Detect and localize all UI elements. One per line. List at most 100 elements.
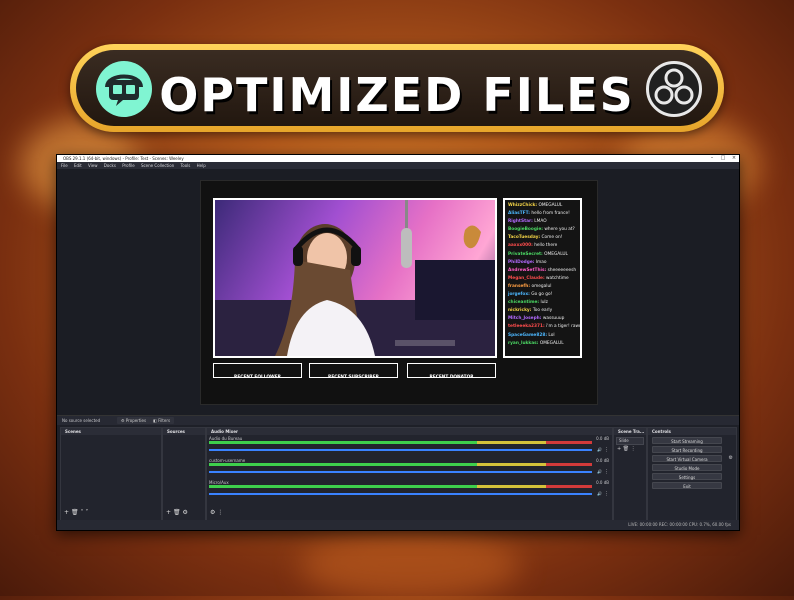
- properties-button[interactable]: ⚙ Properties: [117, 417, 151, 424]
- virtual-camera-settings-icon[interactable]: ⚙: [729, 455, 733, 461]
- move-up-icon[interactable]: ˄: [81, 509, 84, 516]
- start-streaming-button[interactable]: Start Streaming: [652, 437, 722, 444]
- chat-username: aaxxx000:: [508, 243, 533, 249]
- chat-username: PhilDodge:: [508, 259, 535, 265]
- transition-menu-icon[interactable]: ⋮: [631, 446, 636, 452]
- move-down-icon[interactable]: ˅: [85, 509, 88, 516]
- chat-username: Megan_Claude:: [508, 275, 545, 281]
- filters-button[interactable]: ◧ Filters: [149, 417, 175, 424]
- chat-message: AndrewSetThis: sheeeeeeesh: [508, 267, 577, 275]
- mute-icon[interactable]: 🔊: [597, 491, 602, 496]
- close-icon[interactable]: ×: [729, 155, 739, 162]
- add-scene-icon[interactable]: +: [64, 509, 69, 516]
- chat-message: tetleeeka2371: i'm a tiger! rawr!: [508, 323, 580, 331]
- menu-profile[interactable]: Profile: [122, 163, 134, 168]
- mixer-menu-icon[interactable]: ⋮: [217, 509, 223, 516]
- chat-text: Lol: [548, 332, 555, 338]
- channel-menu-icon[interactable]: ⋮: [604, 447, 609, 453]
- chat-message: SpaceGame828: Lol: [508, 332, 577, 340]
- scene-canvas[interactable]: WhizzChick: OMEGALUL AliasTFT: hello from…: [200, 180, 598, 405]
- recent-follower-label: RECENT FOLLOWER: [234, 375, 281, 380]
- transition-select[interactable]: Slide: [616, 437, 644, 445]
- remove-scene-icon[interactable]: 🗑: [71, 509, 79, 516]
- menu-docks[interactable]: Docks: [104, 163, 116, 168]
- window-titlebar: OBS 29.1.1 (64-bit, windows) - Profile: …: [57, 155, 739, 162]
- transition-value: Slide: [619, 438, 629, 443]
- chat-message: aaxxx000: hello there: [508, 242, 577, 250]
- scene-transitions-dock: Scene Tra... Slide + 🗑 ⋮: [613, 427, 647, 521]
- menu-view[interactable]: View: [88, 163, 98, 168]
- menu-tools[interactable]: Tools: [180, 163, 190, 168]
- chat-text: hello from france!: [531, 211, 570, 217]
- chat-username: chiceantime:: [508, 300, 540, 306]
- obs-window: OBS 29.1.1 (64-bit, windows) - Profile: …: [56, 154, 740, 531]
- sources-title: Sources: [167, 429, 185, 434]
- level-meter: [209, 485, 592, 488]
- recent-subscriber-alert: RECENT SUBSCRIBER: [309, 363, 398, 380]
- remove-source-icon[interactable]: 🗑: [173, 509, 181, 516]
- properties-label: Properties: [125, 418, 147, 423]
- start-virtual-camera-button[interactable]: Start Virtual Camera: [652, 455, 722, 462]
- chat-text: wassuuup: [542, 316, 565, 322]
- scenes-header: Scenes: [61, 428, 161, 435]
- controls-header: Controls: [648, 428, 736, 435]
- source-settings-icon[interactable]: ⚙: [183, 509, 188, 516]
- recent-follower-alert: RECENT FOLLOWER: [213, 363, 302, 380]
- menu-edit[interactable]: Edit: [74, 163, 82, 168]
- volume-slider[interactable]: [209, 471, 592, 473]
- channel-db: 0.0 dB: [596, 458, 609, 463]
- window-title: OBS 29.1.1 (64-bit, windows) - Profile: …: [63, 156, 184, 161]
- mute-icon[interactable]: 🔊: [597, 447, 602, 452]
- chat-username: RightStar:: [508, 219, 533, 225]
- chat-message: RightStar: LMAO: [508, 218, 577, 226]
- maximize-icon[interactable]: □: [718, 155, 728, 162]
- chat-username: SpaceGame828:: [508, 332, 548, 338]
- volume-slider[interactable]: [209, 449, 592, 451]
- exit-button[interactable]: Exit: [652, 482, 722, 489]
- transitions-title: Scene Tra...: [618, 429, 645, 434]
- mixer-settings-icon[interactable]: ⚙: [210, 509, 215, 516]
- sources-toolbar: + 🗑 ⚙: [166, 509, 188, 516]
- remove-transition-icon[interactable]: 🗑: [623, 446, 629, 452]
- mixer-channel: Audio du Bureau 0.0 dB 🔊 ⋮: [207, 436, 612, 456]
- add-source-icon[interactable]: +: [166, 509, 171, 516]
- filters-label: Filters: [158, 418, 171, 423]
- chat-message: chiceantime: lulz: [508, 299, 577, 307]
- chat-message: WhizzChick: OMEGALUL: [508, 202, 577, 210]
- mute-icon[interactable]: 🔊: [597, 469, 602, 474]
- channel-menu-icon[interactable]: ⋮: [604, 491, 609, 497]
- status-bar: LIVE: 00:00:00 REC: 00:00:00 CPU: 0.7%, …: [57, 520, 739, 530]
- chat-username: fransefh:: [508, 283, 531, 289]
- volume-slider[interactable]: [209, 493, 592, 495]
- channel-db: 0.0 dB: [596, 436, 609, 441]
- chat-username: AndrewSetThis:: [508, 267, 547, 273]
- audio-mixer-dock: Audio Mixer Audio du Bureau 0.0 dB 🔊 ⋮ custo…: [206, 427, 613, 521]
- menu-scene-collection[interactable]: Scene Collection: [141, 163, 174, 168]
- recent-donator-label: RECENT DONATOR: [429, 375, 474, 380]
- webcam-frame: [213, 198, 497, 358]
- minimize-icon[interactable]: –: [707, 155, 717, 162]
- settings-button[interactable]: Settings: [652, 473, 722, 480]
- chat-text: OMEGALUL: [538, 203, 563, 208]
- preview-area[interactable]: WhizzChick: OMEGALUL AliasTFT: hello from…: [57, 169, 739, 415]
- channel-db: 0.0 dB: [596, 480, 609, 485]
- chat-message: jorgefox: Go go go!: [508, 291, 577, 299]
- recent-subscriber-label: RECENT SUBSCRIBER: [328, 375, 379, 380]
- banner-title: OPTIMIZED FILES: [159, 68, 635, 122]
- bg-glow: [300, 530, 520, 600]
- channel-menu-icon[interactable]: ⋮: [604, 469, 609, 475]
- add-transition-icon[interactable]: +: [617, 446, 621, 452]
- chat-username: WhizzChick:: [508, 203, 538, 208]
- start-recording-button[interactable]: Start Recording: [652, 446, 722, 453]
- chat-text: omegalul: [531, 283, 552, 289]
- scenes-toolbar: + 🗑 ˄ ˅: [64, 509, 88, 516]
- menu-file[interactable]: File: [61, 163, 68, 168]
- mixer-toolbar: ⚙ ⋮: [210, 509, 223, 516]
- controls-dock: Controls Start Streaming Start Recording…: [647, 427, 737, 521]
- sources-dock: Sources + 🗑 ⚙: [162, 427, 206, 521]
- chat-text: hello there: [534, 243, 558, 249]
- studio-mode-button[interactable]: Studio Mode: [652, 464, 722, 471]
- menu-help[interactable]: Help: [197, 163, 206, 168]
- chat-text: sheeeeeeesh: [547, 267, 577, 273]
- chat-message: TacoTuesday: Come on!: [508, 234, 577, 242]
